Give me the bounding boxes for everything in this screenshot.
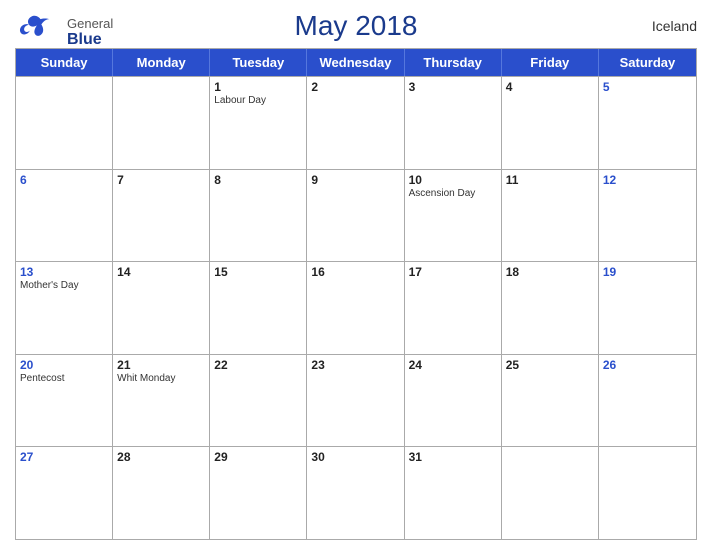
cal-cell-4-6 xyxy=(599,447,696,539)
holiday-name: Ascension Day xyxy=(409,188,497,199)
cal-cell-1-1: 7 xyxy=(113,170,210,262)
cal-cell-1-0: 6 xyxy=(16,170,113,262)
day-number: 2 xyxy=(311,80,399,94)
day-number: 31 xyxy=(409,450,497,464)
cal-cell-3-0: 20Pentecost xyxy=(16,355,113,447)
col-thursday: Thursday xyxy=(405,49,502,76)
cal-cell-2-6: 19 xyxy=(599,262,696,354)
cal-cell-1-3: 9 xyxy=(307,170,404,262)
week-row-3: 13Mother's Day 14 15 16 17 18 19 xyxy=(16,261,696,354)
cal-cell-4-0: 27 xyxy=(16,447,113,539)
cal-cell-3-2: 22 xyxy=(210,355,307,447)
logo-icon xyxy=(15,12,65,52)
day-number: 26 xyxy=(603,358,692,372)
calendar-header-row: Sunday Monday Tuesday Wednesday Thursday… xyxy=(16,49,696,76)
day-number: 24 xyxy=(409,358,497,372)
col-wednesday: Wednesday xyxy=(307,49,404,76)
day-number: 12 xyxy=(603,173,692,187)
holiday-name: Labour Day xyxy=(214,95,302,106)
week-row-5: 27 28 29 30 31 xyxy=(16,446,696,539)
col-sunday: Sunday xyxy=(16,49,113,76)
col-friday: Friday xyxy=(502,49,599,76)
cal-cell-2-1: 14 xyxy=(113,262,210,354)
day-number: 21 xyxy=(117,358,205,372)
week-row-4: 20Pentecost21Whit Monday2223242526 xyxy=(16,354,696,447)
col-saturday: Saturday xyxy=(599,49,696,76)
page-title: May 2018 xyxy=(295,10,418,42)
cal-cell-0-5: 4 xyxy=(502,77,599,169)
day-number: 14 xyxy=(117,265,205,279)
logo-blue-text: Blue xyxy=(67,31,113,49)
day-number: 4 xyxy=(506,80,594,94)
day-number: 27 xyxy=(20,450,108,464)
logo: General Blue xyxy=(15,12,113,52)
cal-cell-3-5: 25 xyxy=(502,355,599,447)
cal-cell-0-1 xyxy=(113,77,210,169)
cal-cell-2-3: 16 xyxy=(307,262,404,354)
day-number: 5 xyxy=(603,80,692,94)
week-row-1: 1Labour Day 2345 xyxy=(16,76,696,169)
cal-cell-2-4: 17 xyxy=(405,262,502,354)
day-number: 8 xyxy=(214,173,302,187)
day-number: 16 xyxy=(311,265,399,279)
logo-general-text: General xyxy=(67,16,113,31)
calendar-page: General Blue May 2018 Iceland Sunday Mon… xyxy=(0,0,712,550)
cal-cell-0-0 xyxy=(16,77,113,169)
day-number: 1 xyxy=(214,80,302,94)
day-number: 22 xyxy=(214,358,302,372)
day-number: 15 xyxy=(214,265,302,279)
week-row-2: 6789 10Ascension Day 11 12 xyxy=(16,169,696,262)
holiday-name: Mother's Day xyxy=(20,280,108,291)
cal-cell-1-2: 8 xyxy=(210,170,307,262)
cal-cell-0-4: 3 xyxy=(405,77,502,169)
day-number: 11 xyxy=(506,173,594,187)
cal-cell-4-5 xyxy=(502,447,599,539)
day-number: 23 xyxy=(311,358,399,372)
calendar-body: 1Labour Day2345678910Ascension Day111213… xyxy=(16,76,696,539)
day-number: 13 xyxy=(20,265,108,279)
cal-cell-2-0: 13Mother's Day xyxy=(16,262,113,354)
holiday-name: Whit Monday xyxy=(117,373,205,384)
day-number: 18 xyxy=(506,265,594,279)
day-number: 17 xyxy=(409,265,497,279)
calendar-header: General Blue May 2018 Iceland xyxy=(15,10,697,42)
day-number: 10 xyxy=(409,173,497,187)
day-number: 28 xyxy=(117,450,205,464)
calendar-grid: Sunday Monday Tuesday Wednesday Thursday… xyxy=(15,48,697,540)
day-number: 25 xyxy=(506,358,594,372)
day-number: 20 xyxy=(20,358,108,372)
cal-cell-3-6: 26 xyxy=(599,355,696,447)
cal-cell-3-1: 21Whit Monday xyxy=(113,355,210,447)
cal-cell-2-2: 15 xyxy=(210,262,307,354)
day-number: 3 xyxy=(409,80,497,94)
cal-cell-4-2: 29 xyxy=(210,447,307,539)
day-number: 29 xyxy=(214,450,302,464)
cal-cell-0-2: 1Labour Day xyxy=(210,77,307,169)
cal-cell-4-3: 30 xyxy=(307,447,404,539)
col-tuesday: Tuesday xyxy=(210,49,307,76)
cal-cell-1-6: 12 xyxy=(599,170,696,262)
country-label: Iceland xyxy=(652,18,697,34)
cal-cell-0-3: 2 xyxy=(307,77,404,169)
cal-cell-1-5: 11 xyxy=(502,170,599,262)
day-number: 7 xyxy=(117,173,205,187)
cal-cell-0-6: 5 xyxy=(599,77,696,169)
day-number: 9 xyxy=(311,173,399,187)
cal-cell-4-1: 28 xyxy=(113,447,210,539)
day-number: 19 xyxy=(603,265,692,279)
cal-cell-1-4: 10Ascension Day xyxy=(405,170,502,262)
holiday-name: Pentecost xyxy=(20,373,108,384)
cal-cell-3-4: 24 xyxy=(405,355,502,447)
logo-text: General Blue xyxy=(67,16,113,49)
day-number: 30 xyxy=(311,450,399,464)
col-monday: Monday xyxy=(113,49,210,76)
day-number: 6 xyxy=(20,173,108,187)
cal-cell-4-4: 31 xyxy=(405,447,502,539)
cal-cell-2-5: 18 xyxy=(502,262,599,354)
cal-cell-3-3: 23 xyxy=(307,355,404,447)
